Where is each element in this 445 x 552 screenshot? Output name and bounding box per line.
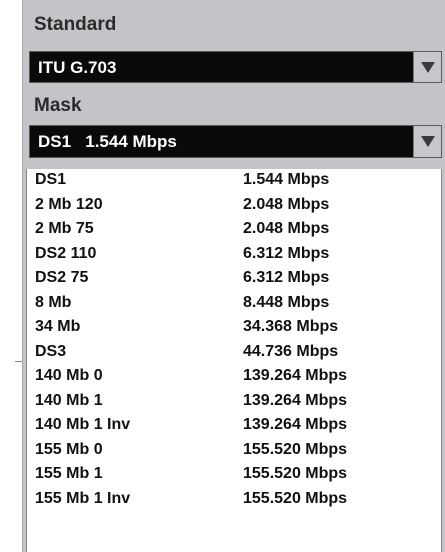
mask-option-rate: 155.520 Mbps xyxy=(243,465,348,482)
mask-option-name: 155 Mb 1 Inv xyxy=(35,489,131,507)
mask-select[interactable]: DS1 1.544 Mbps xyxy=(29,125,442,158)
mask-option-rate: 6.312 Mbps xyxy=(243,269,330,286)
mask-option-name: 155 Mb 1 xyxy=(35,465,103,482)
mask-option[interactable]: 140 Mb 1 139.264 Mbps xyxy=(27,391,441,414)
mask-selected-value: DS1 1.544 Mbps xyxy=(38,132,177,151)
mask-option-name: 2 Mb 75 xyxy=(35,220,94,237)
mask-option[interactable]: DS2 75 6.312 Mbps xyxy=(27,268,441,291)
mask-option-rate: 44.736 Mbps xyxy=(243,342,339,360)
mask-option-rate: 139.264 Mbps xyxy=(243,391,348,409)
mask-option-name: 140 Mb 1 Inv xyxy=(35,416,131,433)
mask-option-name: 8 Mb xyxy=(35,293,72,311)
mask-option-rate: 2.048 Mbps xyxy=(243,220,330,237)
mask-label: Mask xyxy=(34,95,82,116)
mask-option-name: DS1 xyxy=(35,171,67,188)
standard-selected-value: ITU G.703 xyxy=(38,58,117,77)
mask-option-rate: 155.520 Mbps xyxy=(243,440,348,458)
mask-option-name: 34 Mb xyxy=(35,318,81,335)
mask-option[interactable]: 155 Mb 1 Inv 155.520 Mbps xyxy=(27,489,441,512)
panel-tick-mark xyxy=(15,361,22,362)
mask-option[interactable]: 2 Mb 120 2.048 Mbps xyxy=(27,195,441,218)
mask-option[interactable]: DS3 44.736 Mbps xyxy=(27,342,441,365)
mask-option-rate: 34.368 Mbps xyxy=(243,318,339,335)
mask-option[interactable]: 155 Mb 0 155.520 Mbps xyxy=(27,440,441,463)
mask-option-name: 140 Mb 1 xyxy=(35,391,103,409)
mask-option-name: DS3 xyxy=(35,342,67,360)
mask-option[interactable]: 140 Mb 0 139.264 Mbps xyxy=(27,366,441,389)
mask-option[interactable]: 8 Mb 8.448 Mbps xyxy=(27,293,441,316)
mask-option-name: 155 Mb 0 xyxy=(35,440,103,458)
standard-dropdown-button[interactable] xyxy=(413,52,441,82)
mask-option-name: DS2 75 xyxy=(35,269,89,286)
standard-select[interactable]: ITU G.703 xyxy=(29,51,442,83)
chevron-down-icon xyxy=(421,62,435,73)
mask-option[interactable]: 2 Mb 75 2.048 Mbps xyxy=(27,219,441,242)
mask-option-rate: 1.544 Mbps xyxy=(243,171,330,188)
mask-option[interactable]: DS2 110 6.312 Mbps xyxy=(27,244,441,267)
mask-option-rate: 155.520 Mbps xyxy=(243,489,348,507)
mask-dropdown-button[interactable] xyxy=(413,126,441,157)
mask-option-name: 140 Mb 0 xyxy=(35,367,103,384)
mask-option-rate: 6.312 Mbps xyxy=(243,244,330,262)
mask-option-rate: 139.264 Mbps xyxy=(243,416,348,433)
mask-option-name: 2 Mb 120 xyxy=(35,195,103,213)
mask-option-rate: 8.448 Mbps xyxy=(243,293,330,311)
mask-option[interactable]: 140 Mb 1 Inv 139.264 Mbps xyxy=(27,415,441,438)
chevron-down-icon xyxy=(421,136,435,147)
standard-label: Standard xyxy=(34,14,117,35)
mask-option-rate: 2.048 Mbps xyxy=(243,195,330,213)
mask-option-rate: 139.264 Mbps xyxy=(243,367,348,384)
mask-option[interactable]: 34 Mb 34.368 Mbps xyxy=(27,317,441,340)
mask-option[interactable]: DS1 1.544 Mbps xyxy=(27,170,441,193)
mask-option[interactable]: 155 Mb 1 155.520 Mbps xyxy=(27,464,441,487)
mask-option-name: DS2 110 xyxy=(35,244,97,262)
mask-dropdown-list: DS1 1.544 Mbps 2 Mb 120 2.048 Mbps 2 Mb 75 2.… xyxy=(26,169,442,552)
